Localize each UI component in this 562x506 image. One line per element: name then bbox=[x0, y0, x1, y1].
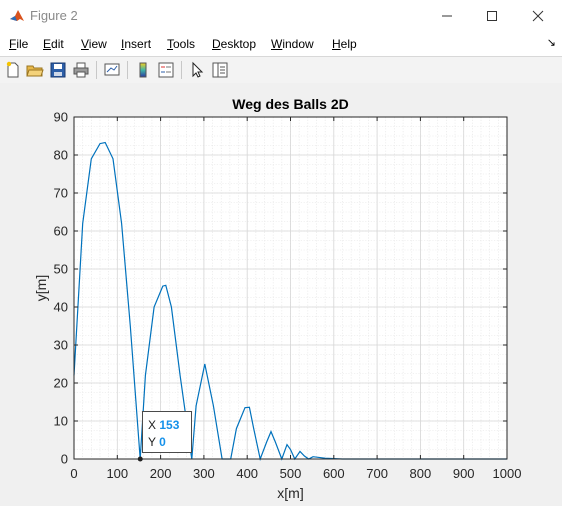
x-tick-label: 100 bbox=[106, 466, 128, 481]
x-tick-label: 300 bbox=[193, 466, 215, 481]
y-tick-label: 80 bbox=[54, 148, 68, 163]
datatip-x-label: X bbox=[148, 418, 157, 432]
x-tick-label: 900 bbox=[453, 466, 475, 481]
x-tick-label: 400 bbox=[236, 466, 258, 481]
x-tick-label: 700 bbox=[366, 466, 388, 481]
datatip[interactable]: X 153 Y 0 bbox=[142, 411, 192, 453]
datatip-marker[interactable] bbox=[137, 456, 143, 462]
y-tick-label: 70 bbox=[54, 186, 68, 201]
x-axis-label: x[m] bbox=[277, 485, 303, 501]
datatip-y-value: 0 bbox=[159, 435, 166, 449]
x-tick-label: 600 bbox=[323, 466, 345, 481]
y-tick-label: 20 bbox=[54, 376, 68, 391]
x-tick-label: 0 bbox=[70, 466, 77, 481]
y-tick-label: 30 bbox=[54, 338, 68, 353]
datatip-y-label: Y bbox=[148, 435, 156, 449]
y-tick-label: 0 bbox=[61, 452, 68, 467]
y-axis-label: y[m] bbox=[33, 275, 49, 301]
x-tick-label: 1000 bbox=[493, 466, 522, 481]
plot-svg[interactable]: 0 100 200 300 400 500 600 700 800 900 1000 0102030… bbox=[0, 0, 562, 506]
x-tick-label: 500 bbox=[280, 466, 302, 481]
y-tick-label: 60 bbox=[54, 224, 68, 239]
y-tick-label: 40 bbox=[54, 300, 68, 315]
y-tick-label: 10 bbox=[54, 414, 68, 429]
datatip-x-value: 153 bbox=[159, 418, 180, 432]
y-tick-label: 50 bbox=[54, 262, 68, 277]
chart-title: Weg des Balls 2D bbox=[232, 96, 348, 112]
x-tick-label: 800 bbox=[410, 466, 432, 481]
y-tick-label: 90 bbox=[54, 110, 68, 125]
x-tick-label: 200 bbox=[150, 466, 172, 481]
